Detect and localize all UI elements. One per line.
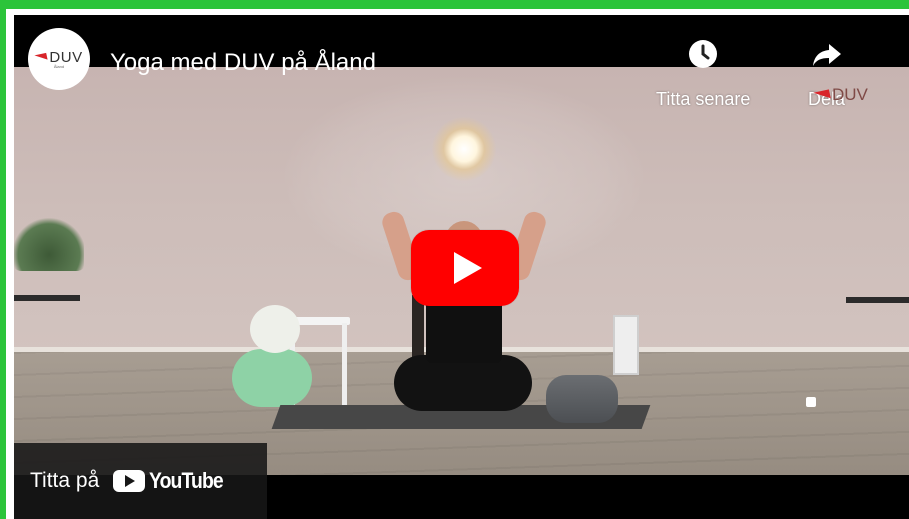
youtube-logo-icon bbox=[113, 470, 146, 492]
share-arrow-icon bbox=[810, 37, 844, 71]
thumbnail-teddy-head bbox=[250, 305, 300, 353]
thumbnail-plant bbox=[14, 217, 84, 271]
thumbnail-lamp bbox=[432, 117, 496, 181]
duv-wing-icon bbox=[813, 88, 831, 102]
thumbnail-cup bbox=[806, 397, 816, 407]
play-icon bbox=[454, 252, 482, 284]
watch-on-label: Titta på bbox=[30, 469, 100, 492]
video-player[interactable]: DUV Åland Yoga med DUV på Åland Titta se… bbox=[14, 15, 909, 519]
thumbnail-left-table bbox=[14, 295, 80, 301]
watch-later-button[interactable]: Titta senare bbox=[656, 37, 750, 110]
avatar-subtext: Åland bbox=[53, 64, 65, 69]
duv-wing-icon bbox=[34, 52, 49, 63]
play-button[interactable] bbox=[411, 230, 519, 306]
watch-on-youtube-button[interactable]: Titta på YouTube bbox=[14, 443, 267, 519]
channel-watermark: DUV bbox=[813, 85, 868, 105]
thumbnail-stool-leg bbox=[342, 323, 347, 405]
thumbnail-lantern bbox=[613, 315, 639, 375]
thumbnail-person-legs bbox=[394, 355, 532, 411]
video-title[interactable]: Yoga med DUV på Åland bbox=[110, 49, 376, 77]
channel-avatar[interactable]: DUV Åland bbox=[28, 28, 90, 90]
watch-later-label: Titta senare bbox=[656, 89, 751, 109]
thumbnail-right-table bbox=[846, 297, 909, 303]
thumbnail-bolster bbox=[546, 375, 618, 423]
watermark-text: DUV bbox=[832, 85, 868, 104]
youtube-wordmark: YouTube bbox=[149, 468, 224, 493]
clock-icon bbox=[686, 37, 720, 71]
thumbnail-teddy-body bbox=[232, 349, 312, 407]
youtube-logo: YouTube bbox=[113, 468, 233, 494]
